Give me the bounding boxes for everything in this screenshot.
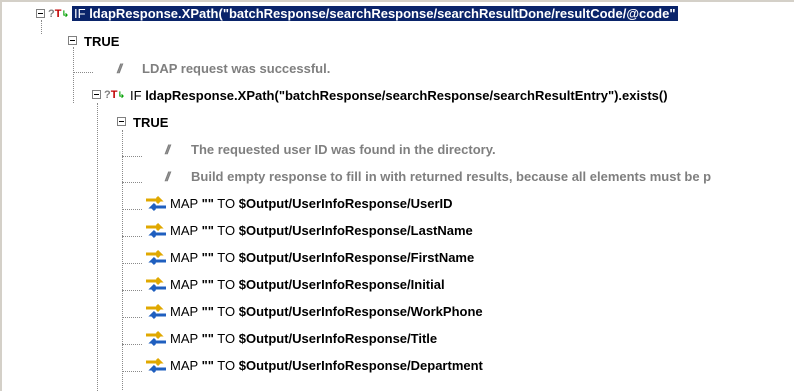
logic-tree-panel: ?T↳ IF ldapResponse.XPath("batchResponse… bbox=[0, 0, 794, 391]
if-condition-icon: ?T↳ bbox=[48, 8, 70, 20]
tree-node-if-nested[interactable]: ?T↳ IF ldapResponse.XPath("batchResponse… bbox=[0, 83, 794, 109]
map-keyword: MAP bbox=[170, 358, 198, 373]
collapse-toggle[interactable] bbox=[117, 117, 126, 126]
map-icon bbox=[146, 195, 166, 212]
tree-node-map[interactable]: MAP "" TO $Output/UserInfoResponse/Initi… bbox=[0, 272, 794, 298]
map-target-path: $Output/UserInfoResponse/Department bbox=[238, 358, 483, 373]
map-source-value: "" bbox=[201, 277, 214, 292]
map-icon bbox=[146, 357, 166, 374]
tree-node-comment[interactable]: // Build empty response to fill in with … bbox=[0, 164, 794, 190]
map-keyword: MAP bbox=[170, 223, 198, 238]
tree-node-map[interactable]: MAP "" TO $Output/UserInfoResponse/Title bbox=[0, 326, 794, 352]
map-to-keyword: TO bbox=[217, 358, 236, 373]
tree-node-map[interactable]: MAP "" TO $Output/UserInfoResponse/First… bbox=[0, 245, 794, 271]
comment-text: LDAP request was successful. bbox=[142, 61, 331, 76]
map-to-keyword: TO bbox=[217, 250, 236, 265]
comment-text: The requested user ID was found in the d… bbox=[191, 142, 496, 157]
tree-node-map[interactable]: MAP "" TO $Output/UserInfoResponse/LastN… bbox=[0, 218, 794, 244]
map-to-keyword: TO bbox=[217, 223, 236, 238]
map-to-keyword: TO bbox=[217, 331, 236, 346]
logic-tree: ?T↳ IF ldapResponse.XPath("batchResponse… bbox=[0, 2, 794, 391]
map-icon bbox=[146, 249, 166, 266]
map-target-path: $Output/UserInfoResponse/UserID bbox=[238, 196, 453, 211]
map-source-value: "" bbox=[201, 223, 214, 238]
map-target-path: $Output/UserInfoResponse/Initial bbox=[238, 277, 445, 292]
branch-label: TRUE bbox=[84, 34, 120, 49]
map-to-keyword: TO bbox=[217, 304, 236, 319]
tree-node-if-root[interactable]: ?T↳ IF ldapResponse.XPath("batchResponse… bbox=[0, 2, 794, 28]
if-expression: ldapResponse.XPath("batchResponse/search… bbox=[145, 88, 668, 103]
collapse-toggle[interactable] bbox=[68, 36, 77, 45]
if-expression: ldapResponse.XPath("batchResponse/search… bbox=[89, 6, 676, 21]
comment-icon: // bbox=[165, 142, 170, 157]
tree-node-map[interactable]: MAP "" TO $Output/UserInfoResponse/WorkP… bbox=[0, 299, 794, 325]
if-keyword: IF bbox=[74, 6, 86, 21]
map-icon bbox=[146, 303, 166, 320]
comment-icon: // bbox=[117, 61, 122, 76]
map-target-path: $Output/UserInfoResponse/LastName bbox=[238, 223, 473, 238]
map-target-path: $Output/UserInfoResponse/Title bbox=[238, 331, 438, 346]
map-keyword: MAP bbox=[170, 304, 198, 319]
branch-label: TRUE bbox=[133, 115, 169, 130]
map-keyword: MAP bbox=[170, 196, 198, 211]
map-to-keyword: TO bbox=[217, 277, 236, 292]
tree-node-comment[interactable]: // LDAP request was successful. bbox=[0, 56, 794, 82]
tree-node-comment[interactable]: // The requested user ID was found in th… bbox=[0, 137, 794, 163]
collapse-toggle[interactable] bbox=[92, 90, 101, 99]
map-keyword: MAP bbox=[170, 277, 198, 292]
tree-node-true[interactable]: TRUE bbox=[0, 110, 794, 136]
map-target-path: $Output/UserInfoResponse/WorkPhone bbox=[238, 304, 483, 319]
map-source-value: "" bbox=[201, 304, 214, 319]
map-icon bbox=[146, 330, 166, 347]
tree-node-map[interactable]: MAP "" TO $Output/UserInfoResponse/Depar… bbox=[0, 353, 794, 379]
map-icon bbox=[146, 276, 166, 293]
map-source-value: "" bbox=[201, 358, 214, 373]
if-condition-icon: ?T↳ bbox=[104, 89, 126, 101]
map-source-value: "" bbox=[201, 250, 214, 265]
tree-node-map[interactable]: MAP "" TO $Output/UserInfoResponse/UserI… bbox=[0, 191, 794, 217]
map-keyword: MAP bbox=[170, 250, 198, 265]
collapse-toggle[interactable] bbox=[36, 9, 45, 18]
if-statement-text[interactable]: IF ldapResponse.XPath("batchResponse/sea… bbox=[72, 5, 678, 23]
map-icon bbox=[146, 222, 166, 239]
map-source-value: "" bbox=[201, 331, 214, 346]
map-target-path: $Output/UserInfoResponse/FirstName bbox=[238, 250, 475, 265]
if-statement-text[interactable]: IF ldapResponse.XPath("batchResponse/sea… bbox=[130, 87, 668, 105]
map-to-keyword: TO bbox=[217, 196, 236, 211]
if-keyword: IF bbox=[130, 88, 142, 103]
tree-node-true[interactable]: TRUE bbox=[0, 29, 794, 55]
map-keyword: MAP bbox=[170, 331, 198, 346]
comment-icon: // bbox=[165, 169, 170, 184]
map-source-value: "" bbox=[201, 196, 214, 211]
comment-text: Build empty response to fill in with ret… bbox=[191, 169, 712, 184]
